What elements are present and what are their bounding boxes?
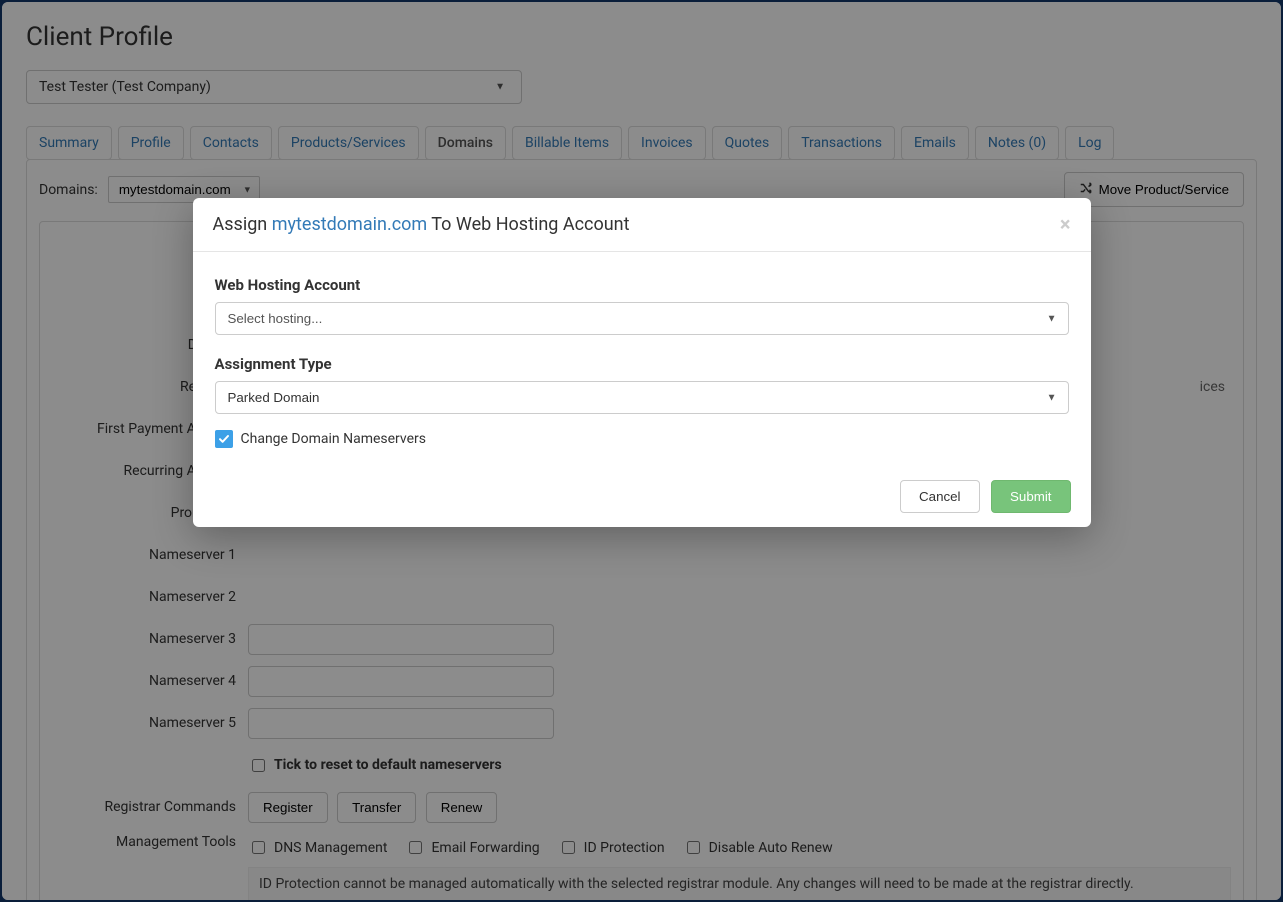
assign-domain-modal: Assign mytestdomain.com To Web Hosting A… (193, 198, 1091, 527)
hosting-account-select[interactable]: Select hosting... (215, 302, 1069, 335)
submit-button[interactable]: Submit (991, 480, 1070, 513)
assignment-type-select[interactable]: Parked Domain (215, 381, 1069, 414)
modal-title: Assign mytestdomain.com To Web Hosting A… (213, 214, 630, 235)
assignment-type-label: Assignment Type (215, 355, 1069, 373)
hosting-account-label: Web Hosting Account (215, 276, 1069, 294)
cancel-button[interactable]: Cancel (900, 480, 980, 513)
modal-title-domain-link[interactable]: mytestdomain.com (272, 214, 427, 235)
change-nameservers-label: Change Domain Nameservers (241, 431, 427, 447)
check-icon (218, 433, 230, 445)
modal-overlay: Assign mytestdomain.com To Web Hosting A… (2, 2, 1281, 900)
change-nameservers-checkbox[interactable] (215, 430, 233, 448)
close-icon[interactable]: × (1060, 214, 1071, 234)
